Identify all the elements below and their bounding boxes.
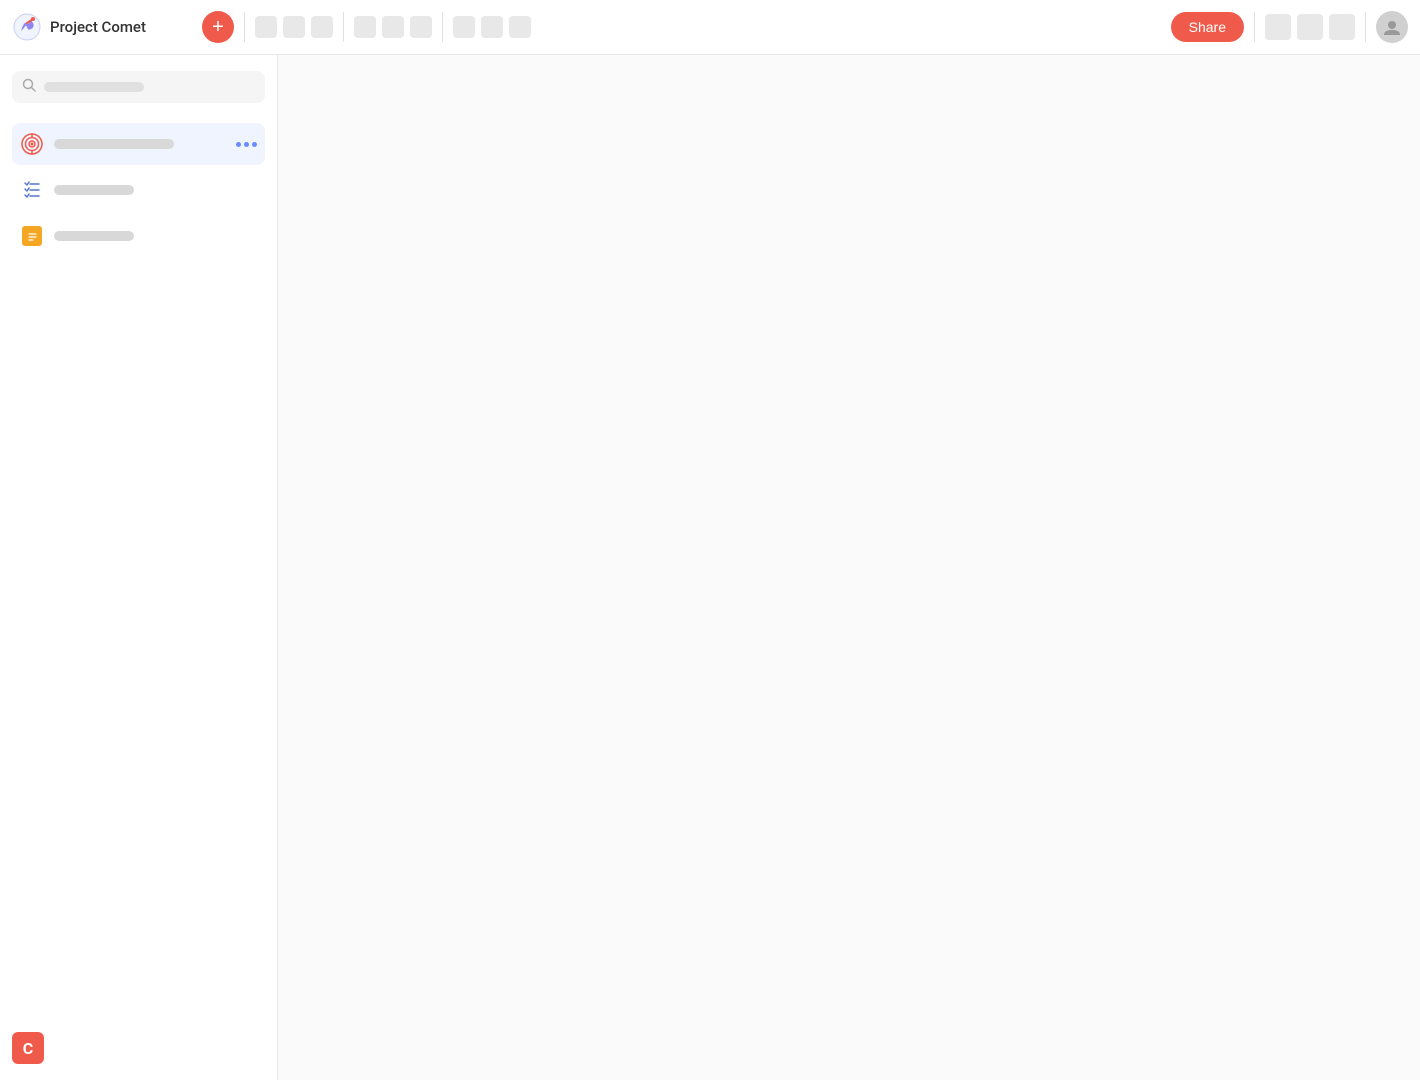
toolbar-item[interactable] [283,16,305,38]
add-button[interactable]: + [202,11,234,43]
share-button[interactable]: Share [1171,12,1244,42]
more-options-button[interactable] [236,142,257,147]
toolbar-item[interactable] [453,16,475,38]
toolbar-item[interactable] [481,16,503,38]
note-icon-box [22,226,42,246]
sidebar-item-notes-label [54,231,134,241]
app-header: Project Comet + Share [0,0,1420,55]
sidebar-item-notes[interactable] [12,215,265,257]
avatar[interactable] [1376,11,1408,43]
right-toolbar-item[interactable] [1297,14,1323,40]
toolbar-item[interactable] [410,16,432,38]
toolbar-item[interactable] [311,16,333,38]
more-dot [236,142,241,147]
right-toolbar-item[interactable] [1265,14,1291,40]
more-dot [244,142,249,147]
main-layout: C [0,55,1420,1080]
divider-2 [343,12,344,42]
app-logo-icon [12,12,42,42]
main-content [278,55,1420,1080]
search-placeholder [44,82,144,92]
sidebar-item-goals-label [54,139,174,149]
toolbar-item[interactable] [382,16,404,38]
target-icon [20,132,44,156]
toolbar-group-3 [453,16,531,38]
right-toolbar-item[interactable] [1329,14,1355,40]
search-bar[interactable] [12,71,265,103]
sidebar-items-list [12,123,265,257]
logo-area: Project Comet [12,12,192,42]
brand-logo-button[interactable]: C [12,1032,44,1064]
divider-3 [442,12,443,42]
more-dot [252,142,257,147]
app-title: Project Comet [50,18,146,36]
toolbar-group-2 [354,16,432,38]
toolbar-item[interactable] [354,16,376,38]
sidebar-item-checklist[interactable] [12,169,265,211]
search-icon [22,78,36,96]
checklist-icon [20,178,44,202]
divider-4 [1254,12,1255,42]
sidebar-item-checklist-label [54,185,134,195]
sidebar-bottom-logo: C [12,1032,44,1064]
toolbar-group-1 [255,16,333,38]
toolbar-item[interactable] [255,16,277,38]
sidebar-item-goals[interactable] [12,123,265,165]
sidebar: C [0,55,278,1080]
divider-5 [1365,12,1366,42]
header-right-icons [1265,14,1355,40]
divider-1 [244,12,245,42]
note-icon [20,224,44,248]
toolbar-item[interactable] [509,16,531,38]
